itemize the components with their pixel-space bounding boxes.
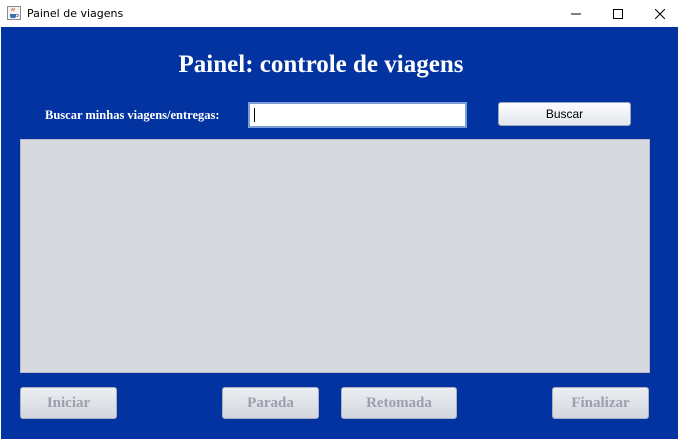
page-title: Painel: controle de viagens (178, 51, 464, 78)
start-trip-button[interactable]: Iniciar (20, 387, 117, 419)
search-label: Buscar minhas viagens/entregas: (45, 108, 220, 122)
window-title: Painel de viagens (27, 7, 124, 20)
search-button[interactable]: Buscar (498, 102, 631, 126)
text-caret (254, 108, 255, 122)
resume-trip-button[interactable]: Retomada (341, 387, 457, 419)
stop-trip-button[interactable]: Parada (222, 387, 319, 419)
results-list[interactable] (20, 139, 650, 373)
minimize-icon (571, 9, 581, 19)
minimize-button[interactable] (555, 0, 597, 27)
maximize-icon (613, 8, 623, 19)
window-titlebar: Painel de viagens (0, 0, 679, 27)
finish-trip-button[interactable]: Finalizar (552, 387, 649, 419)
close-icon (655, 8, 665, 19)
java-cup-icon (7, 6, 21, 20)
maximize-button[interactable] (597, 0, 639, 27)
search-input[interactable] (248, 102, 467, 128)
main-panel: Painel: controle de viagens Buscar minha… (1, 27, 678, 439)
close-button[interactable] (639, 0, 679, 27)
